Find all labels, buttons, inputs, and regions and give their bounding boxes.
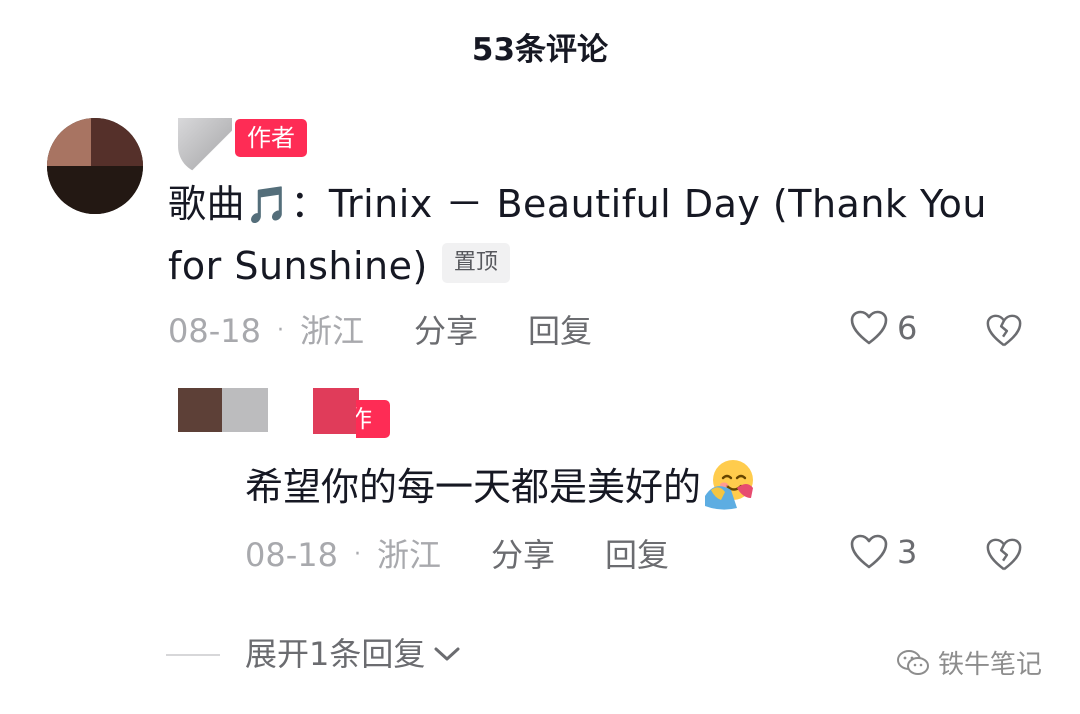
author-badge: 作者: [235, 119, 307, 157]
comment-meta: 08-18 · 浙江 分享 回复: [168, 309, 592, 353]
comment-date: 08-18: [168, 312, 261, 350]
like-count: 6: [897, 309, 918, 347]
username[interactable]: [178, 118, 232, 174]
comment-location: 浙江: [299, 312, 364, 350]
reply-text-body: 希望你的每一天都是美好的: [245, 465, 702, 509]
wechat-icon: [896, 649, 929, 675]
comment-text-prefix: 歌曲: [168, 182, 246, 226]
watermark-text: 铁牛笔记: [937, 650, 1042, 680]
reply-username[interactable]: [313, 388, 359, 434]
like-button[interactable]: 6: [849, 309, 917, 347]
broken-heart-icon: [986, 314, 1022, 347]
expand-replies-button[interactable]: 展开1条回复: [245, 632, 461, 676]
reply-author-badge: 作者: [356, 400, 390, 438]
expand-divider: [166, 654, 220, 656]
reply-like-button[interactable]: 3: [849, 533, 917, 571]
reply-avatar-part: [222, 388, 268, 432]
watermark: 铁牛笔记: [896, 644, 1042, 681]
reply-meta: 08-18 · 浙江 分享 回复: [245, 533, 669, 577]
dislike-button[interactable]: [985, 312, 1023, 350]
avatar[interactable]: [47, 118, 143, 214]
reply-reply-button[interactable]: 回复: [605, 533, 669, 577]
reply-text: 希望你的每一天都是美好的: [245, 458, 757, 518]
reply-date: 08-18: [245, 536, 338, 574]
reply-like-count: 3: [897, 533, 918, 571]
broken-heart-icon: [986, 538, 1022, 571]
comment-text: 歌曲🎵：Trinix － Beautiful Day (Thank You fo…: [168, 174, 1018, 297]
pinned-badge: 置顶: [441, 242, 510, 283]
music-note-icon: 🎵: [245, 185, 291, 226]
comment-text-body: ：Trinix － Beautiful Day (Thank You for S…: [168, 182, 988, 288]
reply-location: 浙江: [376, 536, 441, 574]
heart-icon: [850, 534, 888, 569]
heart-icon: [850, 310, 888, 345]
comment-count-title: 53条评论: [471, 32, 609, 68]
separator-dot: ·: [276, 318, 284, 343]
expand-replies-label: 展开1条回复: [245, 635, 426, 673]
reply-avatar[interactable]: [178, 388, 222, 432]
share-button[interactable]: 分享: [414, 309, 478, 353]
reply-button[interactable]: 回复: [528, 309, 592, 353]
reply-dislike-button[interactable]: [985, 536, 1023, 574]
separator-dot: ·: [353, 542, 361, 567]
chevron-down-icon: [434, 647, 460, 661]
hugging-face-icon: [705, 459, 754, 510]
reply-share-button[interactable]: 分享: [491, 533, 555, 577]
